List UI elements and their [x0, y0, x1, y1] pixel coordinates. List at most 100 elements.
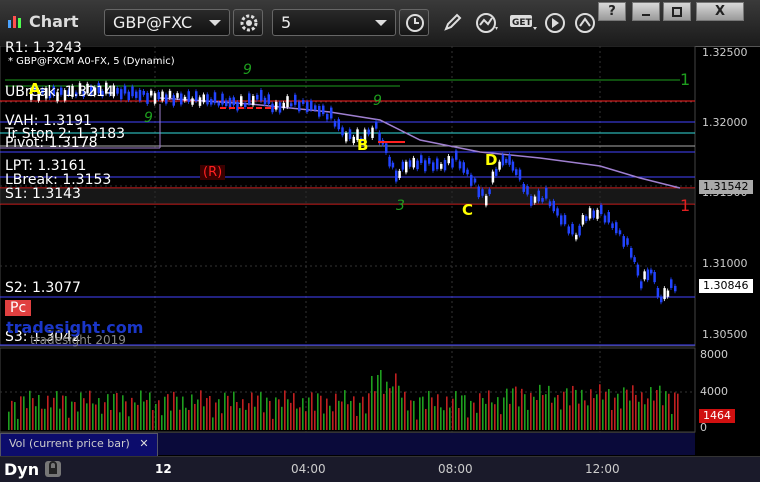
volume-bar: [311, 392, 313, 430]
volume-bar: [566, 388, 568, 430]
volume-bar: [170, 410, 172, 430]
volume-bar: [554, 397, 556, 430]
marker-d: D: [485, 151, 498, 169]
volume-bar: [71, 401, 73, 430]
time-tick-1200: 12:00: [585, 462, 620, 476]
settings-button[interactable]: [233, 9, 263, 36]
pc-badge: Pc: [5, 300, 32, 316]
volume-bar: [251, 392, 253, 430]
count-9-c: 9: [373, 93, 382, 109]
close-icon[interactable]: ✕: [139, 437, 148, 450]
volume-bar: [173, 391, 175, 430]
price-tick: 1.30500: [702, 328, 748, 341]
candle-body: [522, 183, 525, 192]
candle-body: [462, 162, 465, 173]
volume-bar: [452, 398, 454, 430]
candle-body: [322, 105, 325, 115]
volume-bar: [383, 393, 385, 430]
volume-bar: [380, 370, 382, 430]
volume-bar: [542, 395, 544, 430]
volume-bar: [653, 400, 655, 430]
volume-bar: [275, 397, 277, 430]
clock-button[interactable]: [399, 9, 429, 36]
volume-bar: [254, 406, 256, 430]
volume-bar: [245, 409, 247, 430]
candle-body: [371, 127, 374, 139]
candle-body: [491, 171, 495, 183]
minimize-button[interactable]: [632, 2, 660, 21]
candle-body: [603, 215, 607, 223]
draw-tool-button[interactable]: [438, 9, 468, 36]
volume-bar: [389, 388, 391, 430]
volume-study-label[interactable]: Vol (current price bar) ✕: [0, 433, 158, 457]
candle-body: [183, 96, 187, 101]
volume-bar: [359, 402, 361, 430]
volume-bar: [362, 396, 364, 430]
copyright-text: tradesight 2019: [30, 333, 126, 347]
candle-body: [198, 97, 202, 106]
lock-icon[interactable]: [44, 460, 62, 478]
volume-bar: [431, 397, 433, 430]
play-button[interactable]: [540, 9, 570, 36]
candle-body: [498, 161, 501, 170]
candle-body: [548, 201, 552, 207]
volume-bar: [428, 390, 430, 430]
volume-bar: [668, 393, 670, 430]
candle-body: [607, 212, 610, 223]
candle-body: [530, 196, 533, 206]
volume-bar: [299, 407, 301, 430]
volume-bar: [602, 399, 604, 430]
volume-bar: [341, 401, 343, 430]
volume-bar: [92, 403, 94, 430]
price-chart[interactable]: [0, 46, 760, 481]
volume-bar: [200, 390, 202, 430]
interval-select[interactable]: 5: [272, 9, 396, 36]
candle-body: [485, 195, 488, 206]
chart-description: * GBP@FXCM A0-FX, 5 (Dynamic): [8, 56, 175, 67]
candle-body: [495, 168, 498, 176]
close-button[interactable]: X: [696, 2, 744, 21]
candle-body: [588, 208, 592, 219]
volume-bar: [581, 389, 583, 430]
volume-bar: [290, 402, 292, 430]
volume-bar: [146, 399, 148, 430]
right-mark-green: 1: [680, 70, 691, 89]
candle-body: [537, 190, 540, 202]
candle-body: [123, 85, 127, 94]
candle-body: [341, 127, 344, 136]
volume-bar: [638, 401, 640, 430]
candle-body: [150, 90, 153, 96]
volume-bar: [14, 402, 16, 430]
candle-body: [443, 159, 447, 171]
count-3: 3: [396, 198, 405, 214]
get-data-button[interactable]: GET: [505, 9, 537, 36]
volume-bar: [305, 411, 307, 430]
toolbar: Chart GBP@FXC 5 GET ? X: [0, 0, 760, 47]
volume-bar: [512, 388, 514, 430]
candle-body: [345, 132, 348, 142]
candle-body: [515, 169, 518, 175]
dynamic-label[interactable]: Dyn: [4, 460, 39, 479]
help-button[interactable]: ?: [598, 2, 626, 21]
candle-body: [131, 86, 134, 97]
candle-body: [466, 169, 469, 175]
volume-bar: [497, 397, 499, 430]
volume-bar: [332, 411, 334, 430]
price-tick: 1.32500: [702, 46, 748, 59]
symbol-select[interactable]: GBP@FXC: [104, 9, 230, 36]
studies-button[interactable]: [471, 9, 501, 36]
volume-bar: [323, 413, 325, 430]
volume-bar: [401, 397, 403, 430]
maximize-button[interactable]: [663, 2, 691, 21]
candle-body: [165, 94, 168, 104]
volume-bar: [227, 395, 229, 430]
volume-bar: [533, 396, 535, 430]
navigate-button[interactable]: [570, 9, 600, 36]
candle-body: [168, 90, 172, 98]
volume-bar: [377, 374, 379, 430]
caret-up-icon: [575, 13, 595, 33]
volume-bar: [572, 385, 574, 430]
volume-bar: [422, 396, 424, 430]
volume-bar: [68, 417, 70, 430]
volume-bar: [440, 407, 442, 430]
